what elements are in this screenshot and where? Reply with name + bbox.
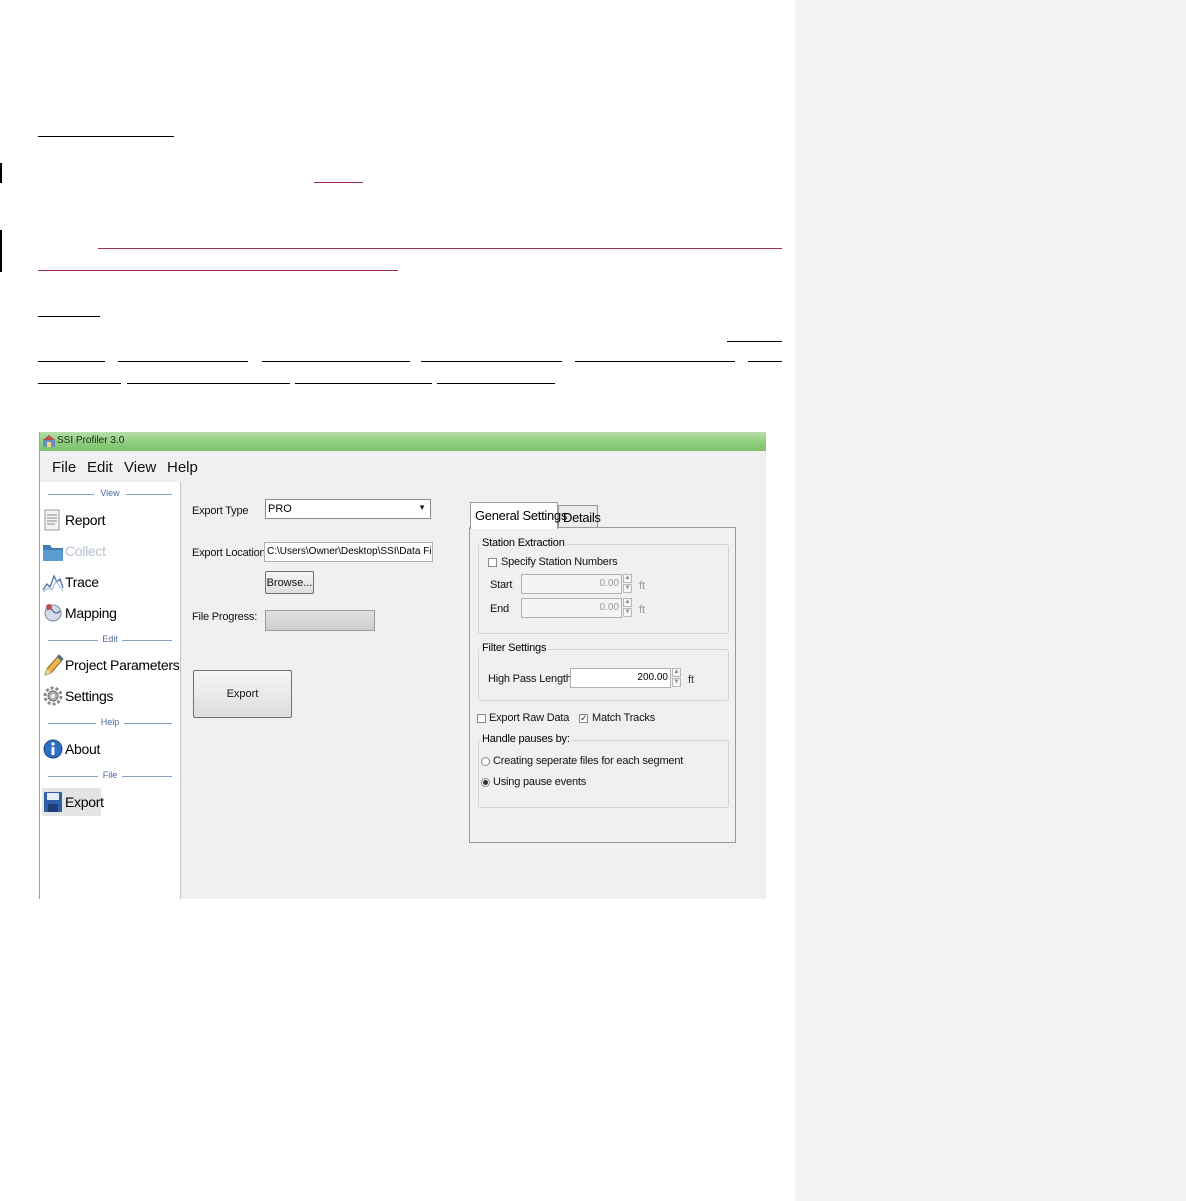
end-spinner[interactable]: ▲ ▼ <box>623 598 632 618</box>
menu-edit[interactable]: Edit <box>87 459 113 476</box>
section-header-help: Help <box>48 717 172 729</box>
tab-general-settings[interactable]: General Settings <box>470 502 567 529</box>
export-type-label: Export Type <box>192 505 249 517</box>
floppy-disk-icon <box>44 792 62 812</box>
filter-settings-title: Filter Settings <box>480 642 549 654</box>
text-underline <box>421 361 562 362</box>
general-settings-panel: Station Extraction Specify Station Numbe… <box>469 527 736 843</box>
sidebar-item-label: Report <box>65 512 106 528</box>
window-title: SSI Profiler 3.0 <box>57 435 125 446</box>
report-icon <box>44 509 60 531</box>
export-raw-data-checkbox[interactable] <box>477 714 486 723</box>
gear-icon <box>43 686 63 706</box>
text-underline <box>295 383 432 384</box>
globe-icon <box>44 604 62 622</box>
text-underline <box>38 136 174 137</box>
text-underline <box>127 383 290 384</box>
sidebar-item-label: Project Parameters <box>65 657 180 673</box>
export-raw-data-label: Export Raw Data <box>489 712 570 724</box>
pause-events-radio[interactable] <box>481 778 490 787</box>
tracked-insertion <box>38 270 398 271</box>
high-pass-input[interactable]: 200.00 <box>570 668 671 688</box>
high-pass-label: High Pass Length <box>488 673 572 685</box>
match-tracks-checkbox[interactable]: ✓ <box>579 714 588 723</box>
pencil-icon <box>44 654 64 676</box>
sidebar-item-label: Mapping <box>65 605 117 621</box>
start-unit: ft <box>639 580 646 592</box>
section-header-view: View <box>48 488 172 500</box>
station-extraction-title: Station Extraction <box>480 537 567 549</box>
text-underline <box>575 361 735 362</box>
specify-station-checkbox[interactable] <box>488 558 497 567</box>
app-window: SSI Profiler 3.0 File Edit View Help Vie… <box>39 432 766 899</box>
export-type-select[interactable]: PRO ▼ <box>265 499 431 519</box>
folder-icon <box>43 545 63 561</box>
section-header-edit: Edit <box>48 634 172 646</box>
sidebar-item-label: About <box>65 741 101 757</box>
specify-station-label: Specify Station Numbers <box>501 556 618 568</box>
app-icon <box>43 435 55 447</box>
file-progress-label: File Progress: <box>192 611 258 623</box>
start-spinner[interactable]: ▲ ▼ <box>623 574 632 594</box>
file-progress-bar <box>265 610 375 631</box>
end-unit: ft <box>639 604 646 616</box>
menu-file[interactable]: File <box>52 459 76 476</box>
section-header-file: File <box>48 770 172 782</box>
high-pass-unit: ft <box>688 674 695 686</box>
handle-pauses-title: Handle pauses by: <box>480 733 572 745</box>
text-underline <box>748 361 782 362</box>
export-location-label: Export Location <box>192 547 266 559</box>
sidebar-item-label: Export <box>65 794 104 810</box>
tracked-insertion <box>314 182 363 183</box>
text-underline <box>727 341 782 342</box>
menu-view[interactable]: View <box>124 459 156 476</box>
end-label: End <box>490 603 509 615</box>
sidebar-item-export[interactable]: Export <box>42 788 104 816</box>
text-underline <box>437 383 555 384</box>
text-underline <box>262 361 410 362</box>
export-type-value: PRO <box>268 503 292 515</box>
handle-pauses-group <box>478 740 729 808</box>
sidebar: View Report Collect Trace Mapping Edit P… <box>40 482 181 899</box>
menu-bar: File Edit View Help <box>40 454 766 482</box>
text-underline <box>38 383 121 384</box>
sidebar-item-label: Settings <box>65 688 114 704</box>
change-bar <box>0 230 2 272</box>
trace-graph-icon <box>42 574 64 593</box>
start-input[interactable]: 0.00 <box>521 574 622 594</box>
menu-help[interactable]: Help <box>167 459 198 476</box>
text-underline <box>38 361 105 362</box>
sidebar-item-label: Collect <box>65 543 106 559</box>
separate-files-radio[interactable] <box>481 757 490 766</box>
chevron-down-icon: ▼ <box>418 503 426 512</box>
comment-pane <box>795 0 1186 1201</box>
end-input[interactable]: 0.00 <box>521 598 622 618</box>
sidebar-item-label: Trace <box>65 574 99 590</box>
pause-events-label: Using pause events <box>493 776 587 788</box>
info-icon <box>43 739 63 759</box>
tracked-insertion <box>98 248 782 249</box>
title-bar: SSI Profiler 3.0 <box>40 432 766 451</box>
text-underline <box>38 316 100 317</box>
separate-files-label: Creating seperate files for each segment <box>493 755 684 767</box>
text-underline <box>118 361 248 362</box>
check-icon: ✓ <box>580 713 588 723</box>
match-tracks-label: Match Tracks <box>592 712 656 724</box>
start-label: Start <box>490 579 513 591</box>
browse-button[interactable]: Browse... <box>265 571 314 594</box>
change-bar <box>0 163 2 183</box>
export-button[interactable]: Export <box>193 670 292 718</box>
high-pass-spinner[interactable]: ▲ ▼ <box>672 668 681 688</box>
export-location-input[interactable]: C:\Users\Owner\Desktop\SSI\Data Files <box>264 542 433 562</box>
